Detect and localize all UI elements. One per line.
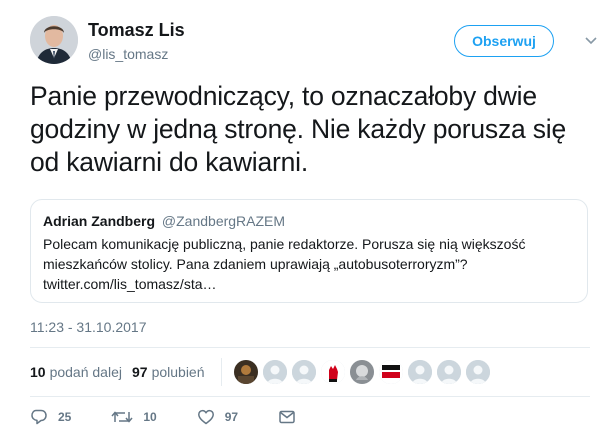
likes-stat-label: polubień [151, 364, 205, 380]
author-handle[interactable]: @lis_tomasz [88, 46, 168, 62]
quoted-tweet[interactable]: Adrian Zandberg @ZandbergRAZEM Polecam k… [30, 199, 588, 303]
quoted-author-name: Adrian Zandberg [43, 213, 156, 229]
follow-button[interactable]: Obserwuj [454, 25, 554, 57]
liker-avatar[interactable] [291, 360, 316, 384]
liker-avatar[interactable] [407, 360, 432, 384]
tweet-timestamp[interactable]: 11:23 - 31.10.2017 [30, 319, 147, 335]
heart-icon [197, 409, 214, 425]
retweets-stat-count: 10 [30, 364, 46, 380]
tweet-actions: 25 10 97 [30, 404, 346, 430]
retweet-count: 10 [143, 410, 157, 424]
stats-divider-bottom [30, 396, 590, 397]
envelope-icon [279, 410, 295, 424]
likes-stat-count: 97 [131, 364, 148, 380]
liker-avatar[interactable] [378, 360, 403, 384]
retweets-stat[interactable]: 10 podań dalej [30, 364, 122, 380]
liker-avatar[interactable] [349, 360, 374, 384]
quoted-tweet-header: Adrian Zandberg @ZandbergRAZEM [43, 212, 575, 230]
liker-avatar[interactable] [233, 360, 258, 384]
reply-icon [31, 409, 47, 425]
chevron-down-icon[interactable] [584, 34, 598, 48]
author-avatar[interactable] [30, 16, 78, 64]
liker-avatar[interactable] [262, 360, 287, 384]
engagement-stats: 10 podań dalej 97 polubień [30, 356, 495, 388]
liker-avatars [233, 360, 495, 384]
quoted-tweet-text: Polecam komunikację publiczną, panie red… [43, 236, 526, 292]
reply-count: 25 [58, 410, 72, 424]
retweet-button[interactable]: 10 [111, 408, 157, 426]
tweet-text: Panie przewodniczący, to oznaczałoby dwi… [30, 81, 567, 177]
liker-avatar[interactable] [465, 360, 490, 384]
author-name[interactable]: Tomasz Lis [88, 20, 185, 41]
tweet-header: Tomasz Lis @lis_tomasz Obserwuj [30, 12, 600, 72]
quoted-author-handle: @ZandbergRAZEM [161, 213, 286, 229]
likes-stat[interactable]: 97 polubień [132, 364, 205, 380]
stats-separator [220, 358, 222, 386]
message-button[interactable] [278, 408, 306, 426]
like-count: 97 [224, 410, 239, 424]
retweets-stat-label: podań dalej [49, 364, 122, 380]
reply-button[interactable]: 25 [30, 408, 71, 426]
retweet-icon [111, 411, 133, 423]
liker-avatar[interactable] [320, 360, 345, 384]
liker-avatar[interactable] [436, 360, 461, 384]
stats-divider-top [30, 347, 590, 348]
like-button[interactable]: 97 [197, 408, 238, 426]
